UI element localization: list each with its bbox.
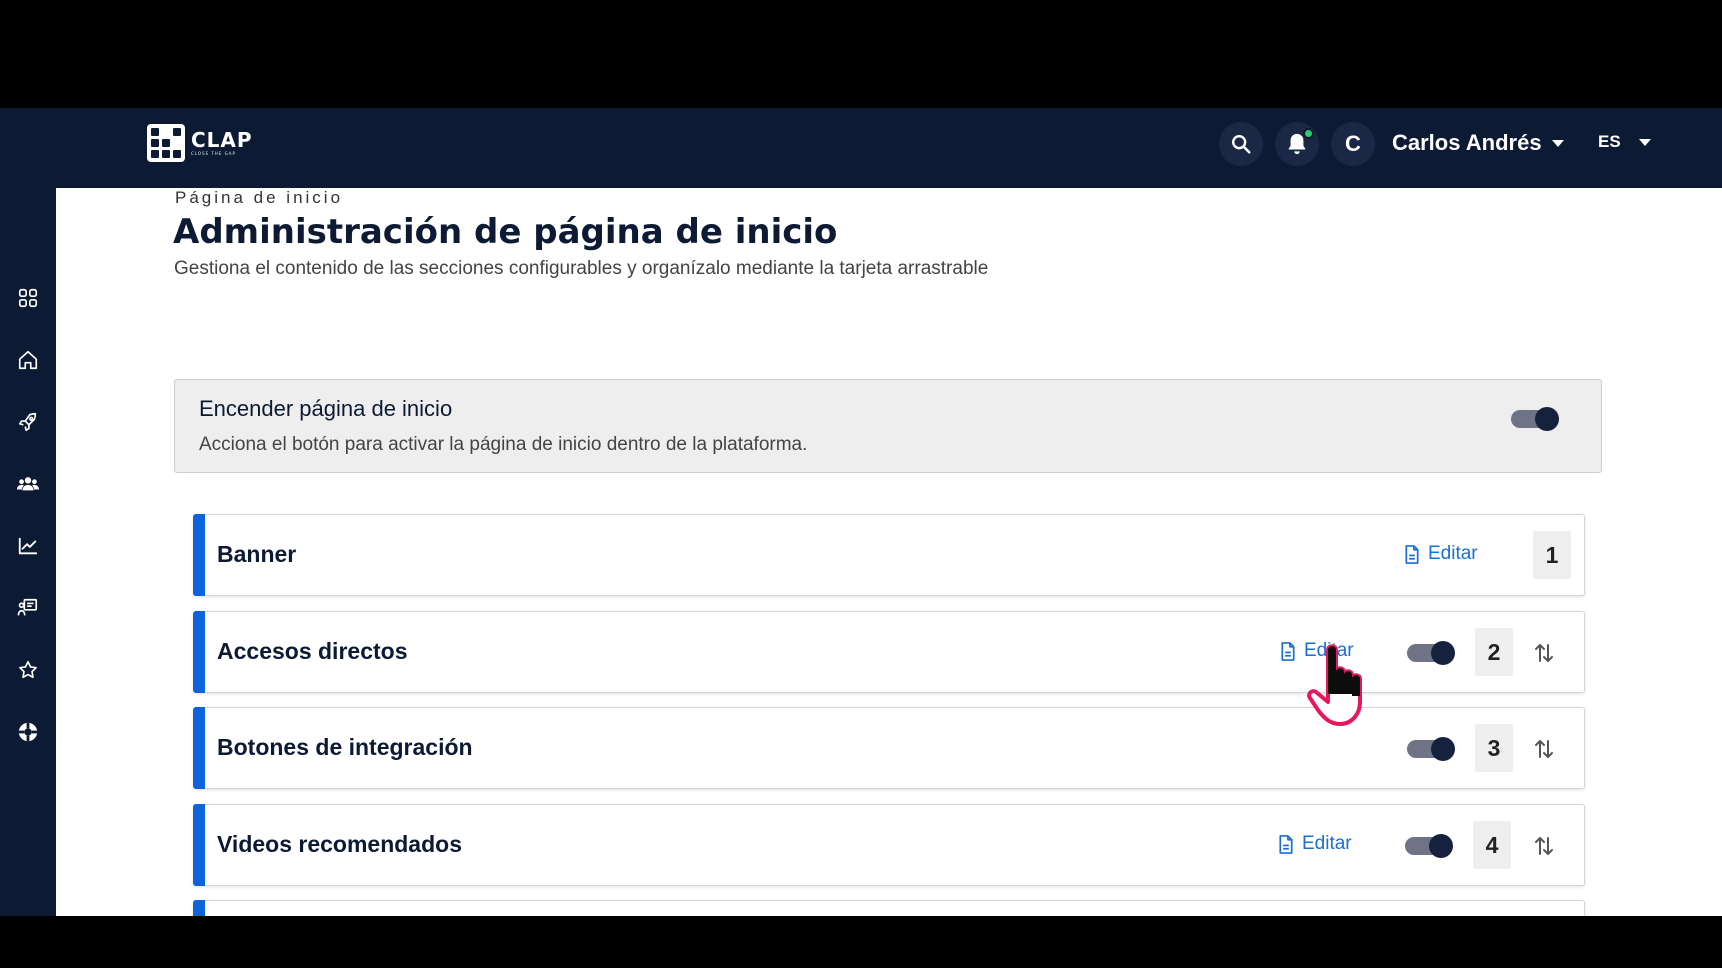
support-icon [18, 722, 38, 742]
logo-tagline: CLOSE THE GAP [191, 151, 236, 156]
section-toggle[interactable] [1405, 834, 1453, 858]
grid-icon [18, 288, 38, 308]
top-bar: CLAP CLOSE THE GAP C Carlos Andrés ES [0, 108, 1722, 188]
presentation-icon [17, 598, 38, 616]
avatar[interactable]: C [1331, 122, 1375, 166]
section-accent-bar [193, 900, 205, 916]
language-label: ES [1598, 132, 1621, 151]
section-accent-bar [193, 611, 205, 693]
sidebar-item-analytics[interactable] [16, 534, 40, 558]
language-selector[interactable]: ES [1598, 132, 1651, 152]
search-icon [1232, 135, 1251, 154]
sidebar-item-launch[interactable] [16, 410, 40, 434]
order-number: 2 [1475, 628, 1513, 676]
power-card-description: Acciona el botón para activar la página … [199, 434, 808, 455]
app-screen: CLAP CLOSE THE GAP C Carlos Andrés ES Pá… [0, 108, 1722, 916]
section-card-partial[interactable] [193, 900, 1585, 916]
drag-handle[interactable] [1531, 833, 1557, 859]
edit-label: Editar [1428, 543, 1478, 564]
drag-handle[interactable] [1531, 640, 1557, 666]
star-icon [19, 660, 37, 679]
sidebar-item-home[interactable] [16, 348, 40, 372]
section-title: Botones de integración [217, 734, 473, 760]
section-accent-bar [193, 514, 205, 596]
home-icon [18, 350, 38, 370]
page-title: Administración de página de inicio [173, 212, 838, 252]
section-card-videos-recomendados[interactable]: Videos recomendados Editar 4 [193, 804, 1585, 886]
sidebar-item-training[interactable] [16, 596, 40, 620]
sort-arrows-icon [1535, 837, 1553, 855]
logo-text: CLAP [191, 128, 253, 152]
order-number: 1 [1533, 531, 1571, 579]
notifications-button[interactable] [1275, 122, 1319, 166]
sort-arrows-icon [1535, 644, 1553, 662]
chevron-down-icon [1551, 139, 1564, 147]
edit-button[interactable]: Editar [1278, 833, 1352, 855]
sidebar-item-support[interactable] [16, 720, 40, 744]
user-name: Carlos Andrés [1392, 130, 1542, 155]
order-number: 3 [1475, 724, 1513, 772]
logo-mark-icon [147, 124, 185, 162]
breadcrumb[interactable]: Página de inicio [175, 188, 343, 208]
sidebar [0, 188, 56, 916]
document-icon [1405, 544, 1419, 564]
section-accent-bar [193, 707, 205, 789]
chart-icon [18, 537, 38, 555]
search-button[interactable] [1219, 122, 1263, 166]
power-card-title: Encender página de inicio [199, 396, 453, 421]
order-number: 4 [1473, 821, 1511, 869]
edit-button[interactable]: Editar [1404, 543, 1478, 565]
rocket-icon [18, 412, 37, 432]
sidebar-item-users[interactable] [16, 472, 40, 496]
sidebar-item-favorites[interactable] [16, 658, 40, 682]
notification-dot [1303, 128, 1314, 139]
document-icon [1279, 834, 1293, 854]
section-toggle[interactable] [1407, 737, 1455, 761]
document-icon [1281, 641, 1295, 661]
drag-handle[interactable] [1531, 736, 1557, 762]
users-icon [17, 477, 39, 491]
hand-pointer-cursor-icon [1307, 644, 1362, 726]
edit-label: Editar [1302, 833, 1352, 854]
section-accent-bar [193, 804, 205, 886]
sort-arrows-icon [1535, 740, 1553, 758]
section-title: Videos recomendados [217, 831, 462, 857]
chevron-down-icon [1638, 138, 1651, 146]
homepage-power-card: Encender página de inicio Acciona el bot… [174, 379, 1602, 473]
section-title: Accesos directos [217, 638, 408, 664]
user-menu[interactable]: Carlos Andrés [1392, 130, 1564, 156]
homepage-toggle[interactable] [1511, 407, 1559, 431]
section-toggle[interactable] [1407, 641, 1455, 665]
section-title: Banner [217, 541, 297, 567]
section-card-banner[interactable]: Banner Editar 1 [193, 514, 1585, 596]
sidebar-item-dashboard[interactable] [16, 286, 40, 310]
clap-logo[interactable]: CLAP CLOSE THE GAP [147, 124, 253, 162]
page-subtitle: Gestiona el contenido de las secciones c… [174, 258, 989, 279]
